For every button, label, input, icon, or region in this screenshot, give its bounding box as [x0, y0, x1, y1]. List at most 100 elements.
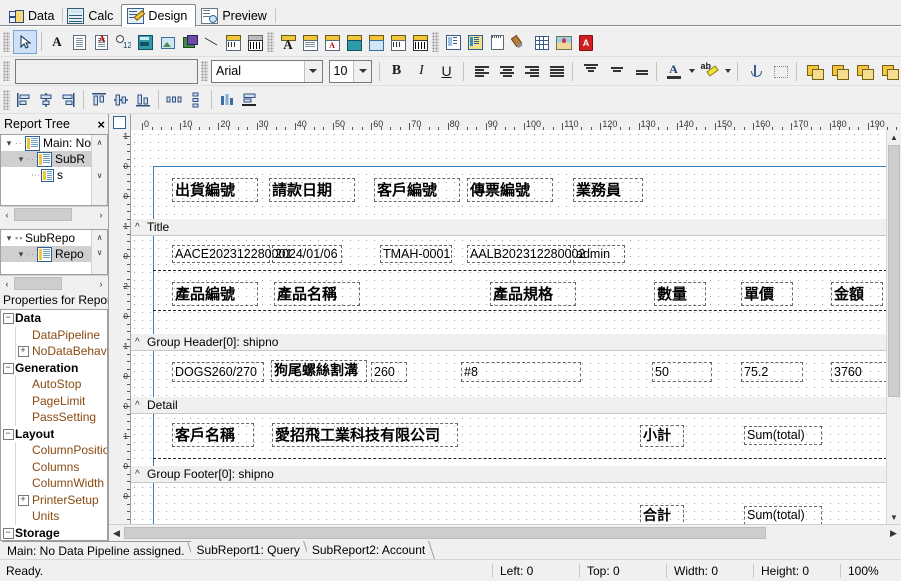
collapse-icon[interactable]: − — [1, 428, 15, 440]
collapse-icon[interactable]: − — [1, 362, 15, 374]
detail-amount[interactable]: 3760 — [831, 362, 887, 382]
report-tree-panel-a[interactable]: ▾ ·· Main: No ▾ ·· SubR ⋯ s ∧ ∨ — [0, 134, 108, 206]
title-label-shipno[interactable]: 出貨編號 — [172, 178, 258, 202]
title-label-customer[interactable]: 客戶編號 — [374, 178, 460, 202]
format-toolbar-grip-2[interactable] — [201, 61, 208, 81]
chevron-down-icon[interactable]: ▾ — [15, 154, 27, 165]
property-row-datapipeline[interactable]: DataPipeline — [1, 326, 107, 343]
scroll-down-icon[interactable]: ▼ — [887, 510, 901, 524]
report-tab-subreport2[interactable]: SubReport2: Account — [306, 541, 433, 559]
crosstab-tool[interactable] — [486, 31, 508, 53]
collapse-caret-icon[interactable]: ^ — [135, 222, 147, 233]
expand-icon[interactable]: + — [16, 494, 30, 506]
group-footer-band-surface[interactable]: 客戶名稱 愛招飛工業科技有限公司 小計 Sum(total) — [131, 414, 901, 466]
line-tool[interactable] — [200, 31, 222, 53]
valign-bottom-button[interactable] — [627, 60, 652, 83]
align-right-edges-button[interactable] — [57, 89, 79, 111]
col-header-qty[interactable]: 數量 — [654, 282, 706, 306]
detail-qty[interactable]: 50 — [652, 362, 712, 382]
align-toolbar-grip[interactable] — [3, 89, 10, 110]
dbtext-tool[interactable]: A — [277, 31, 299, 53]
tab-data[interactable]: Data — [4, 5, 64, 26]
scrollbar-thumb[interactable] — [888, 145, 900, 397]
tab-design[interactable]: Design — [121, 4, 197, 27]
property-row-units[interactable]: Units — [1, 508, 107, 525]
underline-button[interactable]: U — [434, 60, 459, 83]
align-center-button[interactable] — [493, 60, 518, 83]
object-field-input[interactable] — [15, 58, 198, 84]
collapse-caret-icon[interactable]: ^ — [135, 337, 147, 348]
detail-product-name[interactable]: 狗尾螺絲割溝 — [271, 360, 367, 382]
barcode-column-tool[interactable] — [222, 31, 244, 53]
detail-product-size[interactable]: 260 — [371, 362, 407, 382]
space-horizontally-button[interactable] — [163, 89, 185, 111]
subreport-total-value[interactable]: Sum(total) — [744, 506, 822, 524]
scrollbar-track[interactable] — [124, 527, 886, 539]
property-row-printersetup[interactable]: + PrinterSetup — [1, 491, 107, 508]
chevron-down-icon[interactable] — [353, 60, 371, 82]
detail-band-surface[interactable]: DOGS260/270 狗尾螺絲割溝 260 #8 50 75.2 3760 — [131, 351, 901, 397]
tab-calc[interactable]: Calc — [62, 5, 123, 26]
space-vertically-button[interactable] — [185, 89, 207, 111]
detail-unit-price[interactable]: 75.2 — [741, 362, 803, 382]
label-tool[interactable]: A — [46, 31, 68, 53]
value-salesperson[interactable]: admin — [573, 245, 625, 263]
value-customer[interactable]: TMAH-0001 — [380, 245, 452, 263]
collapse-icon[interactable]: − — [1, 312, 15, 325]
table-tool[interactable] — [530, 31, 552, 53]
highlight-color-button[interactable]: ab — [697, 60, 722, 83]
group-header-band-label[interactable]: ^ Group Header[0]: shipno — [131, 334, 901, 351]
italic-button[interactable]: I — [409, 60, 434, 83]
align-left-button[interactable] — [468, 60, 493, 83]
subreport-label-total[interactable]: 合計 — [640, 505, 684, 524]
format-painter-tool[interactable] — [508, 31, 530, 53]
align-vertical-centers-button[interactable] — [110, 89, 132, 111]
font-size-combo[interactable]: 10 — [328, 59, 372, 83]
value-shipno[interactable]: AACE202312280001 — [172, 245, 292, 263]
align-horizontal-centers-button[interactable] — [35, 89, 57, 111]
scroll-left-icon[interactable]: ‹ — [0, 210, 14, 220]
scroll-left-icon[interactable]: ‹ — [0, 279, 14, 289]
dbbarcode-tool[interactable] — [409, 31, 431, 53]
chevron-down-icon[interactable]: ▾ — [15, 249, 27, 260]
property-row-pagelimit[interactable]: PageLimit — [1, 392, 107, 409]
font-color-button[interactable]: A — [661, 60, 686, 83]
detail-product-spec[interactable]: #8 — [461, 362, 581, 382]
send-backward-button[interactable] — [876, 60, 901, 83]
region-tool[interactable] — [442, 31, 464, 53]
group-footer-band-label[interactable]: ^ Group Footer[0]: shipno — [131, 466, 901, 483]
chevron-down-icon[interactable] — [303, 60, 322, 82]
horizontal-ruler[interactable]: 0 10 20 30 40 50 60 70 80 90 100 110 120 130 140 150 160… — [131, 114, 901, 131]
footer-label-subtotal[interactable]: 小計 — [640, 425, 684, 447]
align-justify-button[interactable] — [543, 60, 568, 83]
title-label-voucher[interactable]: 傳票編號 — [467, 178, 553, 202]
format-toolbar-grip[interactable] — [3, 61, 10, 81]
col-header-product-spec[interactable]: 產品規格 — [490, 282, 576, 306]
col-header-amount[interactable]: 金額 — [831, 282, 883, 306]
property-category-data[interactable]: − Data — [1, 310, 107, 327]
scroll-down-icon[interactable]: ∨ — [92, 168, 107, 183]
font-color-dropdown[interactable] — [686, 60, 697, 82]
scroll-up-icon[interactable]: ∧ — [92, 135, 107, 150]
scroll-right-icon[interactable]: › — [94, 279, 108, 289]
property-category-storage[interactable]: − Storage — [1, 525, 107, 541]
scrollbar-thumb[interactable] — [124, 527, 766, 539]
dbmemo-tool[interactable] — [299, 31, 321, 53]
property-row-columnposition[interactable]: ColumnPosition — [1, 442, 107, 459]
collapse-caret-icon[interactable]: ^ — [135, 469, 147, 480]
report-tab-main[interactable]: Main: No Data Pipeline assigned. — [2, 541, 192, 559]
toolbar-grip[interactable] — [3, 31, 10, 52]
memo-tool[interactable] — [68, 31, 90, 53]
collapse-icon[interactable]: − — [1, 527, 15, 539]
title-band-label[interactable]: ^ Title — [131, 219, 901, 236]
tree-horizontal-scrollbar-b[interactable]: ‹ › — [0, 275, 108, 291]
scroll-up-icon[interactable]: ▲ — [887, 130, 901, 144]
valign-top-button[interactable] — [577, 60, 602, 83]
property-row-nodatabehavior[interactable]: + NoDataBehavio — [1, 343, 107, 360]
shape-tool[interactable] — [178, 31, 200, 53]
send-to-back-button[interactable] — [826, 60, 851, 83]
footer-label-customer-name[interactable]: 客戶名稱 — [172, 423, 254, 447]
dbbarcode-column-tool[interactable] — [387, 31, 409, 53]
title-band-surface[interactable]: 出貨編號 請款日期 客戶編號 傳票編號 業務員 — [131, 130, 901, 219]
variable-tool[interactable]: 12 — [112, 31, 134, 53]
